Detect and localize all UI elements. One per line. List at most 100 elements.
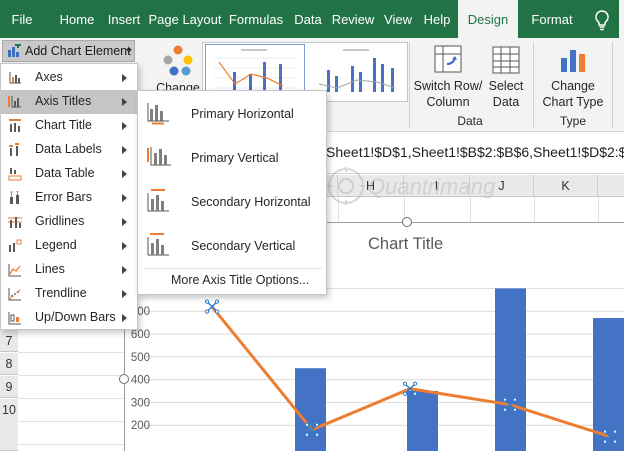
chevron-right-icon bbox=[122, 98, 127, 106]
data-table-icon bbox=[8, 168, 22, 181]
lightbulb-icon[interactable] bbox=[592, 9, 612, 31]
menu-item-gridlines[interactable]: Gridlines bbox=[1, 210, 137, 234]
menu-item-label: Axes bbox=[35, 70, 63, 84]
tab-page-layout[interactable]: Page Layout bbox=[148, 0, 222, 38]
select-data-icon bbox=[492, 46, 520, 74]
menu-item-label: Data Table bbox=[35, 166, 95, 180]
row-header-8[interactable]: 8 bbox=[0, 353, 18, 375]
tab-help[interactable]: Help bbox=[420, 0, 454, 38]
chart-bar bbox=[295, 368, 326, 451]
change-chart-type-button[interactable]: Change Chart Type bbox=[538, 78, 608, 110]
row-header-10[interactable]: 10 bbox=[0, 399, 18, 451]
selection-handle bbox=[612, 429, 618, 434]
menu-item-axis-titles[interactable]: Axis Titles bbox=[1, 90, 137, 114]
axis-titles-icon bbox=[8, 96, 21, 108]
ribbon-separator bbox=[533, 42, 534, 128]
selection-handle bbox=[402, 391, 408, 396]
tab-view[interactable]: View bbox=[382, 0, 414, 38]
axes-icon bbox=[9, 72, 21, 84]
chart-resize-handle-top[interactable] bbox=[402, 217, 412, 227]
tab-overflow bbox=[619, 0, 624, 38]
line-point-marker bbox=[207, 302, 217, 312]
chevron-right-icon bbox=[122, 194, 127, 202]
tab-formulas[interactable]: Formulas bbox=[228, 0, 284, 38]
menu-item-lines[interactable]: Lines bbox=[1, 258, 137, 282]
column-header-k[interactable]: K bbox=[534, 175, 598, 197]
add-chart-element-icon bbox=[8, 44, 21, 57]
chevron-right-icon bbox=[122, 290, 127, 298]
data-labels-icon bbox=[9, 143, 19, 156]
chevron-right-icon bbox=[122, 74, 127, 82]
menu-item-axes[interactable]: Axes bbox=[1, 66, 137, 90]
primary-vertical-axis-title-icon bbox=[147, 147, 171, 166]
chevron-down-icon bbox=[126, 49, 132, 53]
tab-format[interactable]: Format bbox=[524, 0, 580, 38]
submenu-item-label: Primary Horizontal bbox=[191, 107, 294, 121]
chevron-right-icon bbox=[122, 146, 127, 154]
selection-handle bbox=[412, 391, 418, 396]
selection-handle bbox=[304, 422, 310, 427]
y-tick-label: 300 bbox=[131, 397, 150, 409]
trendline-icon bbox=[8, 288, 22, 301]
selection-handle bbox=[214, 309, 220, 314]
more-axis-title-options-link[interactable]: More Axis Title Options... bbox=[171, 273, 309, 287]
chevron-right-icon bbox=[122, 314, 127, 322]
chart-title-icon bbox=[9, 119, 21, 132]
submenu-item-secondary-horizontal[interactable]: Secondary Horizontal bbox=[138, 180, 326, 224]
row-header-7[interactable]: 7 bbox=[0, 330, 18, 352]
watermark-logo: Quantrimang bbox=[327, 167, 496, 205]
add-chart-element-menu: Axes Axis Titles Chart Title Data Labels… bbox=[0, 63, 138, 330]
menu-item-up-down-bars[interactable]: Up/Down Bars bbox=[1, 306, 137, 330]
change-chart-type-icon bbox=[561, 50, 585, 72]
up-down-bars-icon bbox=[8, 312, 21, 325]
menu-item-error-bars[interactable]: Error Bars bbox=[1, 186, 137, 210]
selection-handle bbox=[412, 381, 418, 386]
ribbon-separator bbox=[612, 42, 613, 128]
menu-item-label: Lines bbox=[35, 262, 65, 276]
menu-item-data-labels[interactable]: Data Labels bbox=[1, 138, 137, 162]
menu-item-data-table[interactable]: Data Table bbox=[1, 162, 137, 186]
primary-horizontal-axis-title-icon bbox=[147, 103, 169, 125]
formula-bar-text[interactable]: Sheet1!$D$1,Sheet1!$B$2:$B$6,Sheet1!$D$2… bbox=[326, 144, 624, 160]
switch-row-column-button[interactable]: Switch Row/ Column bbox=[412, 78, 484, 110]
submenu-item-primary-horizontal[interactable]: Primary Horizontal bbox=[138, 92, 326, 136]
chevron-right-icon bbox=[122, 218, 127, 226]
select-data-button[interactable]: Select Data bbox=[486, 78, 526, 110]
selection-handle bbox=[502, 407, 508, 412]
row-header-9[interactable]: 9 bbox=[0, 376, 18, 398]
tab-review[interactable]: Review bbox=[330, 0, 376, 38]
tab-design[interactable]: Design bbox=[458, 0, 518, 38]
quick-layout-icon bbox=[163, 45, 193, 76]
column-header-next[interactable] bbox=[598, 175, 624, 197]
submenu-divider bbox=[144, 268, 322, 269]
selection-handle bbox=[602, 439, 608, 444]
selection-handle bbox=[612, 439, 618, 444]
menu-item-label: Chart Title bbox=[35, 118, 92, 132]
chart-title[interactable]: Chart Title bbox=[368, 235, 443, 254]
chevron-right-icon bbox=[122, 170, 127, 178]
selection-handle bbox=[314, 422, 320, 427]
tab-home[interactable]: Home bbox=[56, 0, 98, 38]
gridline bbox=[18, 398, 128, 399]
menu-item-chart-title[interactable]: Chart Title bbox=[1, 114, 137, 138]
gridline bbox=[18, 352, 128, 353]
tab-insert[interactable]: Insert bbox=[104, 0, 144, 38]
submenu-item-secondary-vertical[interactable]: Secondary Vertical bbox=[138, 224, 326, 268]
menu-item-trendline[interactable]: Trendline bbox=[1, 282, 137, 306]
selection-handle bbox=[402, 381, 408, 386]
y-tick-label: 600 bbox=[131, 329, 150, 341]
menu-item-legend[interactable]: Legend bbox=[1, 234, 137, 258]
tab-data[interactable]: Data bbox=[292, 0, 324, 38]
submenu-item-primary-vertical[interactable]: Primary Vertical bbox=[138, 136, 326, 180]
chart-resize-handle-left[interactable] bbox=[119, 374, 129, 384]
chart-bar bbox=[407, 391, 438, 451]
selection-handle bbox=[304, 432, 310, 437]
chevron-right-icon bbox=[122, 266, 127, 274]
secondary-vertical-axis-title-icon bbox=[147, 233, 169, 256]
axis-titles-submenu: Primary Horizontal Primary Vertical Seco… bbox=[137, 90, 327, 295]
secondary-horizontal-axis-title-icon bbox=[147, 189, 169, 212]
error-bars-icon bbox=[10, 191, 19, 204]
tab-file[interactable]: File bbox=[4, 0, 40, 38]
add-chart-element-button[interactable]: Add Chart Element bbox=[2, 40, 135, 62]
menu-item-label: Error Bars bbox=[35, 190, 92, 204]
